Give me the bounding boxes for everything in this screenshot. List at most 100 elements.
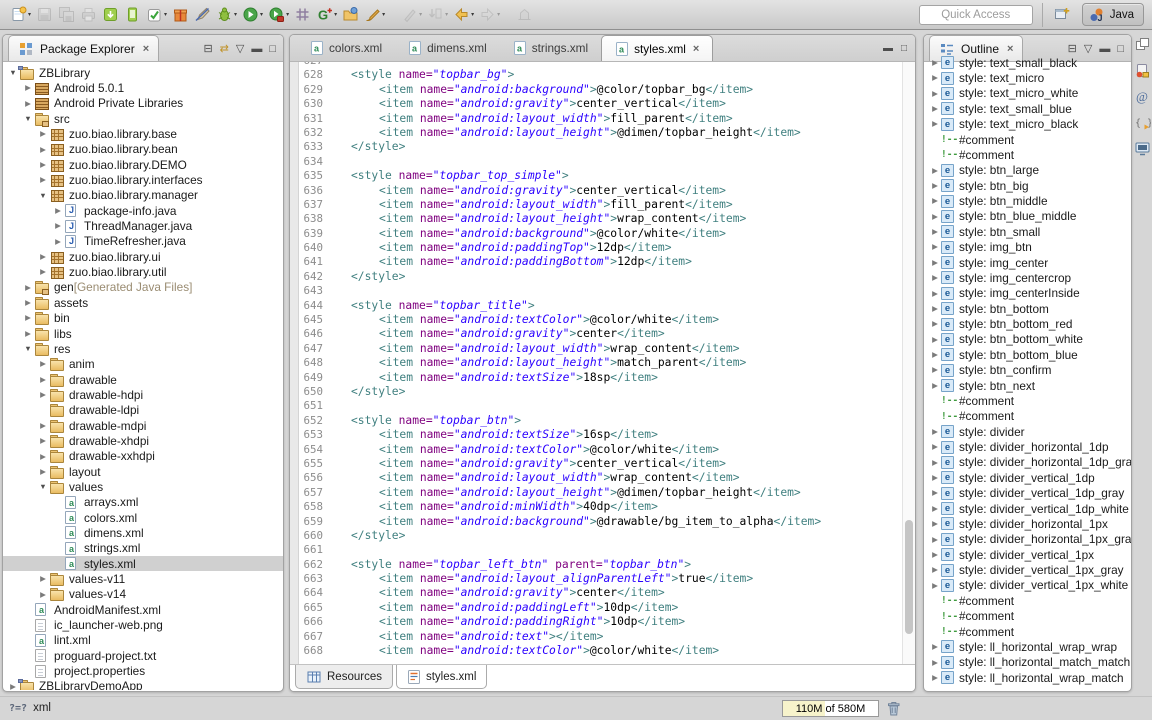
expand-arrow-icon[interactable]: ▶ xyxy=(929,305,941,313)
tree-item-timerefresher-java[interactable]: ▶TimeRefresher.java xyxy=(3,234,283,249)
outline-item-style-ll-horizontal-wrap-match[interactable]: ▶estyle: ll_horizontal_wrap_match xyxy=(924,670,1131,685)
expand-arrow-icon[interactable]: ▶ xyxy=(37,468,49,476)
expand-arrow-icon[interactable]: ▶ xyxy=(22,284,34,292)
outline-item-style-divider[interactable]: ▶estyle: divider xyxy=(924,424,1131,439)
outline-maximize-button[interactable]: □ xyxy=(1117,44,1124,55)
outline-item-style-divider-horizontal-1px-gra[interactable]: ▶estyle: divider_horizontal_1px_gra xyxy=(924,532,1131,547)
outline-item-style-btn-big[interactable]: ▶estyle: btn_big xyxy=(924,178,1131,193)
run-garbage-collector-button[interactable] xyxy=(884,699,903,718)
outline-item-style-ll-horizontal-match-match[interactable]: ▶estyle: ll_horizontal_match_match xyxy=(924,655,1131,670)
expand-arrow-icon[interactable]: ▶ xyxy=(929,182,941,190)
collapse-arrow-icon[interactable]: ▼ xyxy=(22,115,34,123)
tree-item-android-5-0-1[interactable]: ▶Android 5.0.1 xyxy=(3,80,283,95)
tree-item-libs[interactable]: ▶libs xyxy=(3,326,283,341)
code-line[interactable]: 646<item name="android:gravity">center</… xyxy=(299,327,902,341)
expand-arrow-icon[interactable]: ▶ xyxy=(22,314,34,322)
mode-tab-resources[interactable]: Resources xyxy=(295,665,393,689)
next-annotation-button[interactable]: ▾ xyxy=(425,3,450,27)
outline-item-style-divider-vertical-1px-white[interactable]: ▶estyle: divider_vertical_1px_white xyxy=(924,578,1131,593)
expand-arrow-icon[interactable]: ▶ xyxy=(929,474,941,482)
outline-item-style-divider-vertical-1px[interactable]: ▶estyle: divider_vertical_1px xyxy=(924,547,1131,562)
outline-item-style-btn-blue-middle[interactable]: ▶estyle: btn_blue_middle xyxy=(924,209,1131,224)
outline-item-style-divider-vertical-1dp-gray[interactable]: ▶estyle: divider_vertical_1dp_gray xyxy=(924,486,1131,501)
tree-item-colors-xml[interactable]: colors.xml xyxy=(3,510,283,525)
collapse-arrow-icon[interactable]: ▼ xyxy=(37,192,49,200)
outline-item-style-img-centercrop[interactable]: ▶estyle: img_centercrop xyxy=(924,270,1131,285)
code-line[interactable]: 657<item name="android:layout_height">@d… xyxy=(299,486,902,500)
android-avd-manager-button[interactable] xyxy=(122,3,143,27)
outline-item-style-img-btn[interactable]: ▶estyle: img_btn xyxy=(924,240,1131,255)
outline-item-style-divider-vertical-1dp[interactable]: ▶estyle: divider_vertical_1dp xyxy=(924,470,1131,485)
task-list-button[interactable] xyxy=(1134,62,1151,79)
expand-arrow-icon[interactable]: ▶ xyxy=(37,437,49,445)
expand-arrow-icon[interactable]: ▶ xyxy=(22,330,34,338)
new-wizard-button[interactable]: ▾ xyxy=(8,3,33,27)
java-perspective-button[interactable]: J Java xyxy=(1082,3,1144,26)
outline-item-comment-37[interactable]: !--#comment xyxy=(924,624,1131,639)
outline-item-comment-5[interactable]: !--#comment xyxy=(924,132,1131,147)
editor-tab-styles-xml[interactable]: astyles.xml× xyxy=(601,35,713,61)
outline-minimize-button[interactable]: ▬ xyxy=(1099,44,1110,55)
code-line[interactable]: 631<item name="android:layout_width">fil… xyxy=(299,112,902,126)
close-icon[interactable]: × xyxy=(1007,43,1013,55)
pkg-view-menu-button[interactable]: ▽ xyxy=(236,44,244,55)
editor-maximize-button[interactable]: □ xyxy=(901,43,907,54)
editor-tab-colors-xml[interactable]: acolors.xml xyxy=(297,35,395,61)
outline-item-style-text-micro[interactable]: ▶estyle: text_micro xyxy=(924,70,1131,85)
code-line[interactable]: 634 xyxy=(299,155,902,169)
outline-item-style-btn-bottom-red[interactable]: ▶estyle: btn_bottom_red xyxy=(924,316,1131,331)
code-line[interactable]: 640<item name="android:paddingTop">12dp<… xyxy=(299,241,902,255)
expand-arrow-icon[interactable]: ▶ xyxy=(929,366,941,374)
outline-item-style-text-small-blue[interactable]: ▶estyle: text_small_blue xyxy=(924,101,1131,116)
restore-views-button[interactable] xyxy=(1134,36,1151,53)
tree-item-drawable-mdpi[interactable]: ▶drawable-mdpi xyxy=(3,418,283,433)
expand-arrow-icon[interactable]: ▶ xyxy=(929,259,941,267)
outline-item-style-btn-bottom-white[interactable]: ▶estyle: btn_bottom_white xyxy=(924,332,1131,347)
tree-item-lint-xml[interactable]: lint.xml xyxy=(3,633,283,648)
tree-item-zuo-biao-library-util[interactable]: ▶zuo.biao.library.util xyxy=(3,264,283,279)
tree-item-values-v11[interactable]: ▶values-v11 xyxy=(3,571,283,586)
declaration-view-button[interactable]: { } xyxy=(1134,114,1151,131)
quick-access-input[interactable] xyxy=(919,5,1033,25)
outline-item-style-divider-vertical-1dp-white[interactable]: ▶estyle: divider_vertical_1dp_white xyxy=(924,501,1131,516)
tree-item-drawable-hdpi[interactable]: ▶drawable-hdpi xyxy=(3,387,283,402)
code-line[interactable]: 668<item name="android:textColor">@color… xyxy=(299,644,902,658)
coverage-button[interactable]: G▾ xyxy=(314,3,339,27)
outline-view-menu-button[interactable]: ▽ xyxy=(1084,44,1092,55)
code-line[interactable]: 659<item name="android:background">@draw… xyxy=(299,515,902,529)
code-line[interactable]: 664<item name="android:gravity">center</… xyxy=(299,586,902,600)
editor-tab-dimens-xml[interactable]: adimens.xml xyxy=(395,35,500,61)
tree-item-zuo-biao-library-bean[interactable]: ▶zuo.biao.library.bean xyxy=(3,142,283,157)
expand-arrow-icon[interactable]: ▶ xyxy=(929,551,941,559)
code-line[interactable]: 628<style name="topbar_bg"> xyxy=(299,68,902,82)
expand-arrow-icon[interactable]: ▶ xyxy=(37,146,49,154)
import-button[interactable] xyxy=(514,3,535,27)
outline-item-style-btn-small[interactable]: ▶estyle: btn_small xyxy=(924,224,1131,239)
collapse-arrow-icon[interactable]: ▼ xyxy=(37,483,49,491)
outline-item-comment-35[interactable]: !--#comment xyxy=(924,593,1131,608)
outline-item-style-divider-vertical-1px-gray[interactable]: ▶estyle: divider_vertical_1px_gray xyxy=(924,562,1131,577)
code-line[interactable]: 630<item name="android:gravity">center_v… xyxy=(299,97,902,111)
tree-item-zuo-biao-library-base[interactable]: ▶zuo.biao.library.base xyxy=(3,126,283,141)
outline-item-comment-6[interactable]: !--#comment xyxy=(924,147,1131,162)
code-line[interactable]: 665<item name="android:paddingLeft">10dp… xyxy=(299,601,902,615)
collapse-arrow-icon[interactable]: ▼ xyxy=(7,69,19,77)
expand-arrow-icon[interactable]: ▶ xyxy=(929,59,941,67)
javadoc-view-button[interactable]: @ xyxy=(1134,88,1151,105)
outline-item-style-btn-middle[interactable]: ▶estyle: btn_middle xyxy=(924,193,1131,208)
code-line[interactable]: 650</style> xyxy=(299,385,902,399)
tree-item-anim[interactable]: ▶anim xyxy=(3,357,283,372)
expand-arrow-icon[interactable]: ▶ xyxy=(929,351,941,359)
android-lint-button[interactable] xyxy=(170,3,191,27)
code-line[interactable]: 629<item name="android:background">@colo… xyxy=(299,83,902,97)
expand-arrow-icon[interactable]: ▶ xyxy=(37,376,49,384)
outline-item-comment-23[interactable]: !--#comment xyxy=(924,409,1131,424)
expand-arrow-icon[interactable]: ▶ xyxy=(37,176,49,184)
forward-button[interactable]: ▾ xyxy=(477,3,502,27)
expand-arrow-icon[interactable]: ▶ xyxy=(929,659,941,667)
expand-arrow-icon[interactable]: ▶ xyxy=(929,489,941,497)
run-external-tools-button[interactable]: ▾ xyxy=(266,3,291,27)
expand-arrow-icon[interactable]: ▶ xyxy=(37,591,49,599)
code-line[interactable]: 643 xyxy=(299,284,902,298)
tree-item-values[interactable]: ▼values xyxy=(3,479,283,494)
